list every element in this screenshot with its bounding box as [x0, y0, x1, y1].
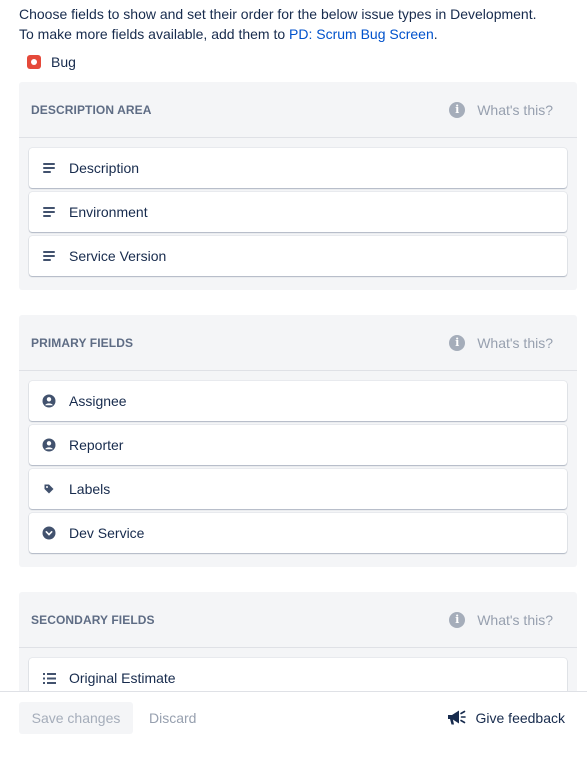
- field-environment[interactable]: Environment: [29, 192, 567, 232]
- section-header: PRIMARY FIELDS i What's this?: [19, 315, 577, 371]
- field-label: Assignee: [69, 393, 127, 409]
- issue-type: Bug: [27, 52, 76, 72]
- field-list: Assignee Reporter Labels Dev Service: [19, 371, 577, 567]
- discard-button[interactable]: Discard: [143, 702, 202, 734]
- section-description-area: DESCRIPTION AREA i What's this? Descript…: [19, 82, 577, 290]
- field-label: Labels: [69, 481, 111, 497]
- info-icon: i: [449, 334, 466, 351]
- field-label: Environment: [69, 204, 148, 220]
- whats-this-link[interactable]: i What's this?: [449, 334, 565, 351]
- paragraph-icon: [41, 248, 57, 264]
- field-label: Original Estimate: [69, 670, 176, 686]
- field-label: Dev Service: [69, 525, 145, 541]
- field-service-version[interactable]: Service Version: [29, 236, 567, 276]
- paragraph-icon: [41, 204, 57, 220]
- screen-link[interactable]: PD: Scrum Bug Screen: [289, 26, 434, 42]
- field-label: Reporter: [69, 437, 124, 453]
- field-reporter[interactable]: Reporter: [29, 425, 567, 465]
- give-feedback-label: Give feedback: [475, 710, 566, 726]
- intro-line-2-prefix: To make more fields available, add them …: [19, 26, 290, 42]
- field-list: Description Environment Service Version: [19, 138, 577, 290]
- field-dev-service[interactable]: Dev Service: [29, 513, 567, 553]
- section-primary-fields: PRIMARY FIELDS i What's this? Assignee R…: [19, 315, 577, 567]
- field-labels[interactable]: Labels: [29, 469, 567, 509]
- field-description[interactable]: Description: [29, 148, 567, 188]
- field-sections-scroll[interactable]: DESCRIPTION AREA i What's this? Descript…: [0, 82, 587, 691]
- list-icon: [41, 670, 57, 686]
- user-icon: [41, 393, 57, 409]
- intro-line-2-suffix: .: [433, 26, 438, 42]
- field-label: Description: [69, 160, 140, 176]
- field-assignee[interactable]: Assignee: [29, 381, 567, 421]
- intro-text: Choose fields to show and set their orde…: [19, 4, 579, 44]
- field-label: Service Version: [69, 248, 167, 264]
- info-icon: i: [449, 611, 466, 628]
- intro-line-2: To make more fields available, add them …: [19, 24, 579, 44]
- section-header: DESCRIPTION AREA i What's this?: [19, 82, 577, 138]
- issue-type-label: Bug: [51, 54, 76, 70]
- tag-icon: [41, 481, 57, 497]
- give-feedback-button[interactable]: Give feedback: [446, 702, 566, 734]
- footer-bar: Save changes Discard Give feedback: [0, 691, 587, 759]
- section-title: DESCRIPTION AREA: [31, 102, 152, 117]
- whats-this-label: What's this?: [477, 101, 553, 118]
- save-changes-button[interactable]: Save changes: [19, 702, 133, 734]
- section-header: SECONDARY FIELDS i What's this?: [19, 592, 577, 648]
- paragraph-icon: [41, 160, 57, 176]
- bug-icon: [27, 55, 41, 69]
- megaphone-icon: [446, 708, 466, 729]
- dropdown-icon: [41, 525, 57, 541]
- field-list: Original Estimate: [19, 648, 577, 691]
- section-secondary-fields: SECONDARY FIELDS i What's this? Original…: [19, 592, 577, 691]
- whats-this-link[interactable]: i What's this?: [449, 101, 565, 118]
- whats-this-label: What's this?: [477, 611, 553, 628]
- section-title: PRIMARY FIELDS: [31, 335, 134, 350]
- intro-line-1: Choose fields to show and set their orde…: [19, 6, 537, 22]
- whats-this-link[interactable]: i What's this?: [449, 611, 565, 628]
- whats-this-label: What's this?: [477, 334, 553, 351]
- info-icon: i: [449, 101, 466, 118]
- section-title: SECONDARY FIELDS: [31, 612, 155, 627]
- field-original-estimate[interactable]: Original Estimate: [29, 658, 567, 691]
- user-icon: [41, 437, 57, 453]
